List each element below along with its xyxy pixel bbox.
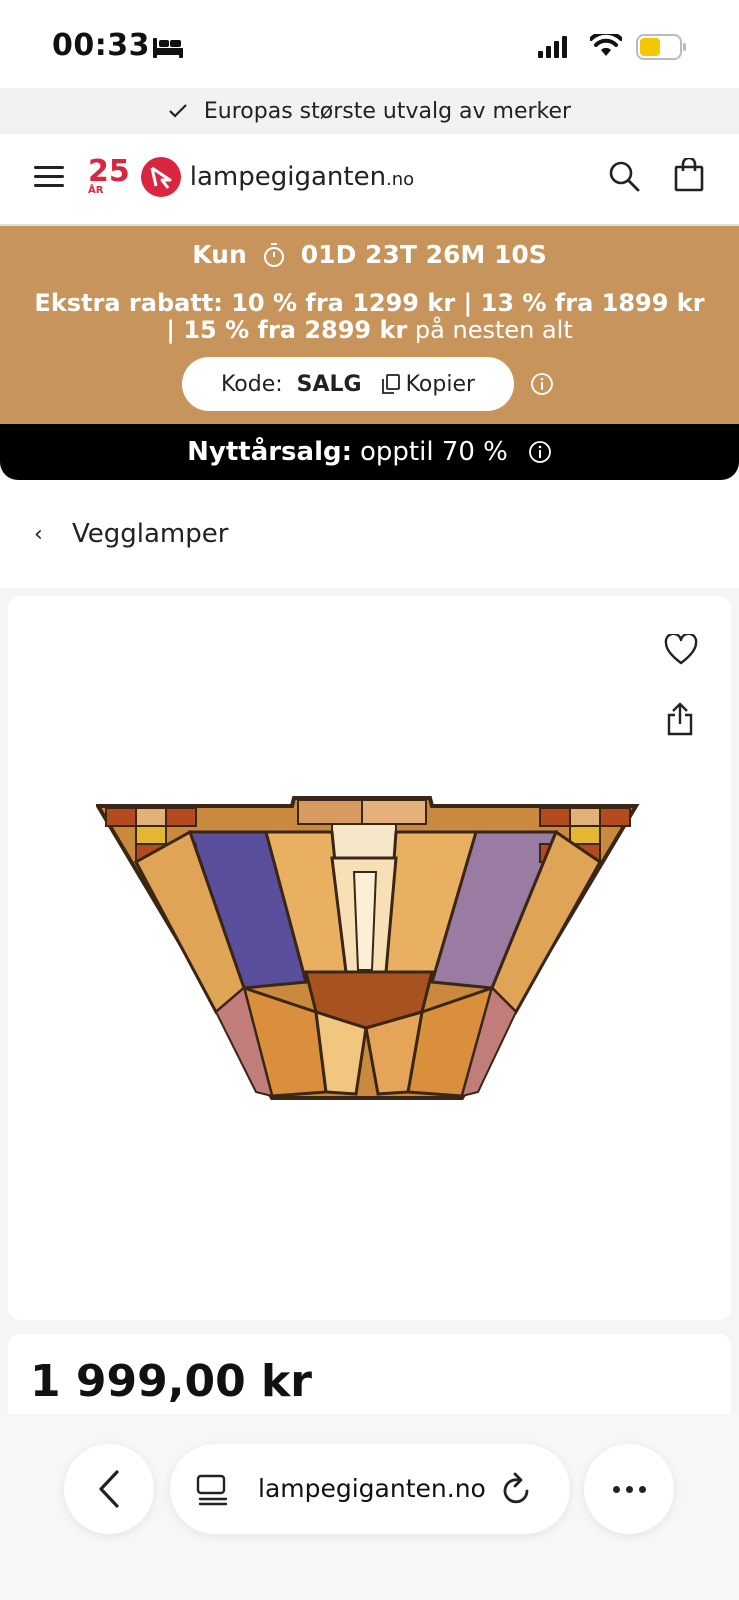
more-dot xyxy=(612,1485,620,1493)
promo-strip: Europas største utvalg av merker xyxy=(0,88,739,134)
shopping-bag-icon[interactable] xyxy=(674,158,704,192)
checkmark-icon xyxy=(169,104,187,118)
status-time: 00:33 xyxy=(52,28,150,63)
cellular-signal-icon xyxy=(538,36,567,58)
browser-back-button[interactable] xyxy=(64,1444,154,1534)
battery-icon xyxy=(636,34,686,60)
address-bar-url: lampegiganten.no xyxy=(258,1474,486,1503)
copy-button[interactable]: Kopier xyxy=(406,372,475,397)
countdown-prefix: Kun xyxy=(192,240,247,269)
promo-text: Europas største utvalg av merker xyxy=(203,98,572,124)
reload-icon[interactable] xyxy=(500,1472,532,1506)
logo-wordmark: lampegiganten.no xyxy=(190,162,414,192)
breadcrumb-link[interactable]: Vegglamper xyxy=(72,519,228,549)
site-logo[interactable]: 25 ÅR lampegiganten.no xyxy=(88,156,414,198)
product-image-card xyxy=(8,596,731,1320)
code-label: Kode: xyxy=(220,371,283,397)
more-dot xyxy=(638,1485,646,1493)
chevron-left-icon xyxy=(99,1470,119,1508)
sale-banner[interactable]: Nyttårsalg: opptil 70 % xyxy=(0,424,739,480)
copy-icon[interactable] xyxy=(381,374,400,394)
more-options-button[interactable] xyxy=(584,1444,674,1534)
site-header: 25 ÅR lampegiganten.no xyxy=(0,134,739,226)
search-icon[interactable] xyxy=(608,160,640,192)
discount-code-pill[interactable]: Kode: SALG Kopier xyxy=(182,357,514,411)
sleep-mode-icon xyxy=(153,38,183,58)
breadcrumb[interactable]: ‹ Vegglamper xyxy=(0,480,739,588)
anniversary-badge: 25 ÅR xyxy=(88,154,130,196)
logo-tld: .no xyxy=(386,169,415,190)
logo-name: lampegiganten xyxy=(189,162,387,192)
chevron-left-icon: ‹ xyxy=(34,521,43,547)
stopwatch-icon xyxy=(263,242,284,267)
share-icon[interactable] xyxy=(666,702,694,736)
sale-banner-text: opptil 70 % xyxy=(360,437,508,467)
countdown-value: 01D 23T 26M 10S xyxy=(300,240,547,269)
browser-toolbar: lampegiganten.no xyxy=(0,1414,739,1600)
status-bar: 00:33 xyxy=(0,0,739,88)
address-bar[interactable]: lampegiganten.no xyxy=(170,1444,570,1534)
page-menu-icon[interactable] xyxy=(196,1474,228,1506)
wifi-icon xyxy=(590,34,622,56)
product-image[interactable] xyxy=(96,792,640,1102)
hamburger-menu-icon[interactable] xyxy=(34,164,64,188)
more-dot xyxy=(625,1485,633,1493)
info-icon[interactable] xyxy=(528,440,552,464)
code-value: SALG xyxy=(296,371,362,397)
offer-text: Ekstra rabatt: 10 % fra 1299 kr | 13 % f… xyxy=(34,290,705,344)
heart-icon[interactable] xyxy=(664,634,698,666)
product-price: 1 999,00 kr xyxy=(30,1356,313,1407)
anniversary-number: 25 xyxy=(88,154,130,189)
offer-rest: på nesten alt xyxy=(407,316,573,344)
countdown: Kun 01D 23T 26M 10S xyxy=(0,240,739,269)
logo-mark-icon xyxy=(140,157,181,197)
campaign-banner: Kun 01D 23T 26M 10S Ekstra rabatt: 10 % … xyxy=(0,226,739,424)
offer-bold: Ekstra rabatt: 10 % fra 1299 kr | 13 % f… xyxy=(34,289,705,344)
sale-banner-title: Nyttårsalg: xyxy=(187,437,352,467)
info-icon[interactable] xyxy=(530,372,554,396)
